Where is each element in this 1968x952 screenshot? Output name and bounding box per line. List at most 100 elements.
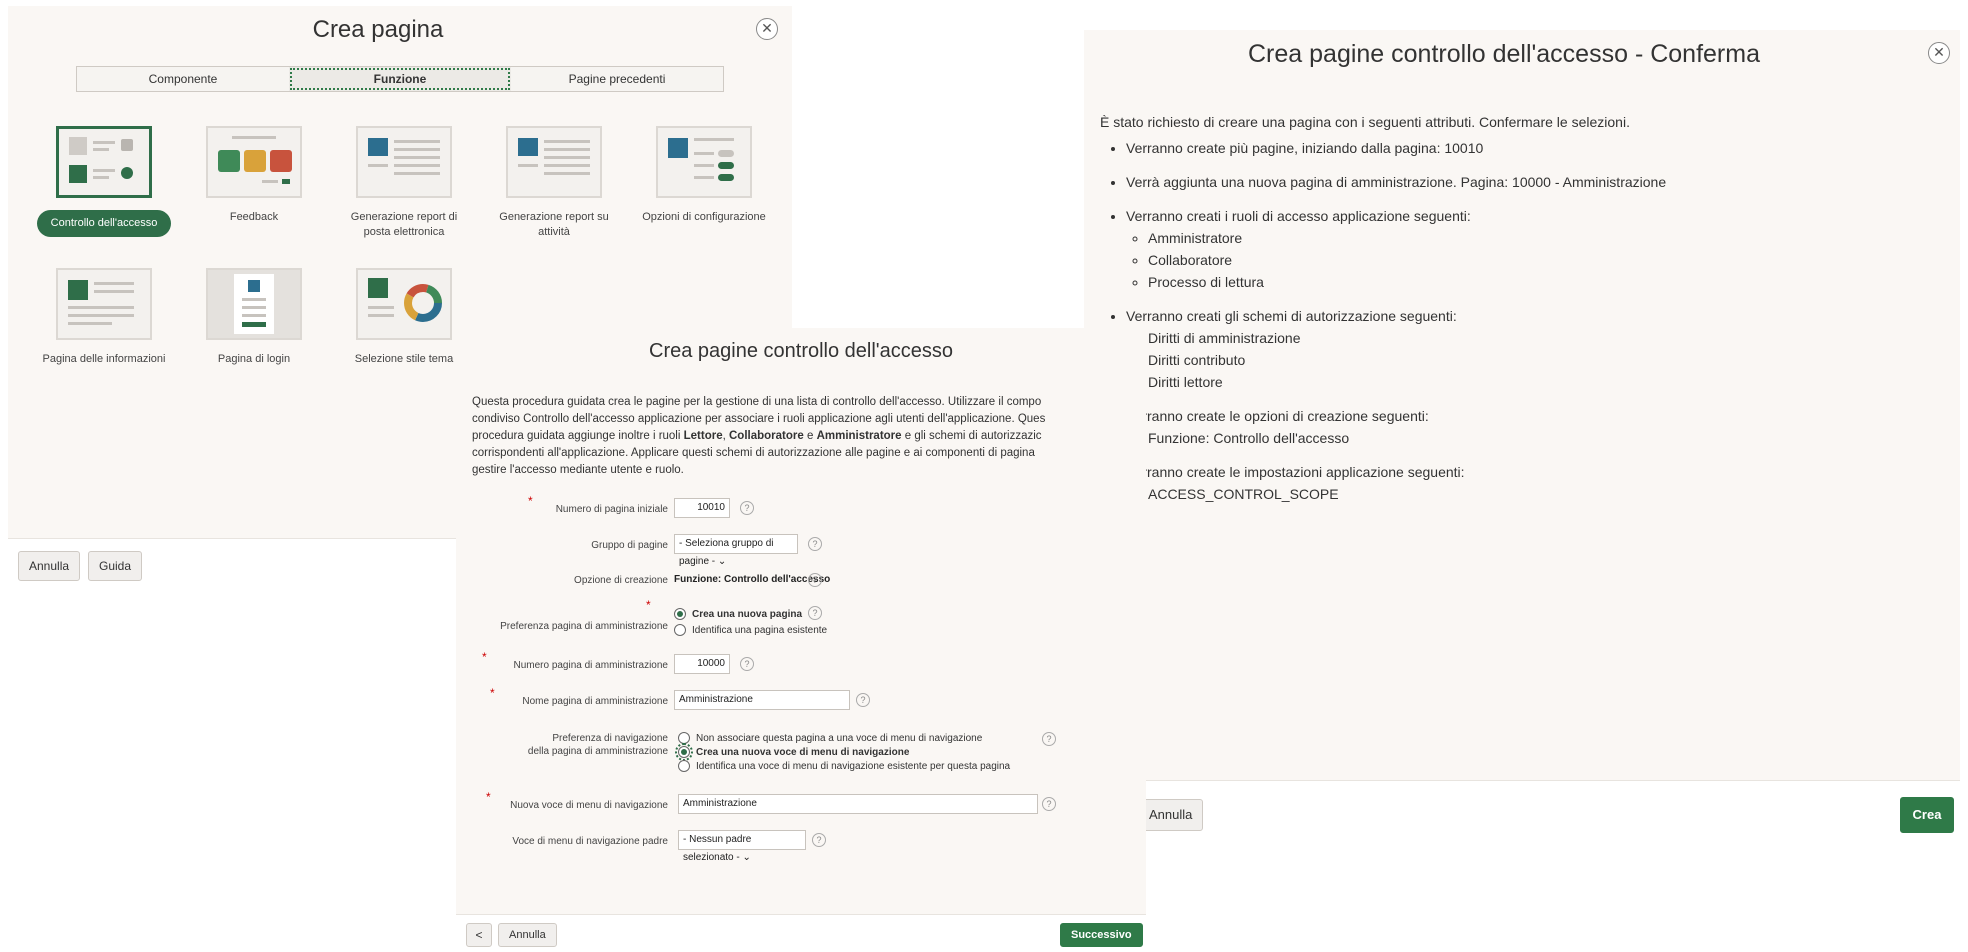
radio-label: Identifica una pagina esistente bbox=[692, 625, 828, 636]
admin-preference-label: Preferenza pagina di amministrazione bbox=[500, 621, 668, 632]
intro-line: gestire l'accesso mediante utente e ruol… bbox=[472, 464, 684, 476]
page-group-select[interactable]: - Seleziona gruppo di pagine - ⌄ bbox=[674, 534, 798, 567]
donut-chart-icon bbox=[404, 284, 442, 322]
parent-navigation-entry-label: Voce di menu di navigazione padre bbox=[512, 836, 668, 847]
tab-funzione[interactable]: Funzione bbox=[289, 67, 511, 91]
help-icon[interactable]: ? bbox=[812, 833, 826, 847]
tile-label: Generazione report di posta elettronica bbox=[350, 211, 458, 238]
activity-reporting-icon bbox=[506, 126, 602, 198]
confirm-dialog: Crea pagine controllo dell'accesso - Con… bbox=[1084, 30, 1960, 780]
close-icon[interactable]: ✕ bbox=[1928, 42, 1950, 64]
radio-existing-navigation-entry[interactable] bbox=[678, 760, 690, 772]
login-page-icon bbox=[206, 268, 302, 340]
tile-login-page[interactable]: Pagina di login bbox=[184, 268, 324, 367]
page-group-label: Gruppo di pagine bbox=[591, 540, 668, 551]
list-subitem: Amministratore bbox=[1148, 228, 1940, 248]
help-button[interactable]: Guida bbox=[88, 551, 143, 581]
back-button[interactable]: < bbox=[466, 923, 492, 947]
help-icon[interactable]: ? bbox=[856, 693, 870, 707]
theme-style-icon bbox=[356, 268, 452, 340]
help-icon[interactable]: ? bbox=[808, 606, 822, 620]
about-page-icon bbox=[56, 268, 152, 340]
field-navigation-preference: Preferenza di navigazione della pagina di… bbox=[456, 726, 1146, 778]
help-icon[interactable]: ? bbox=[740, 501, 754, 515]
radio-create-new-page[interactable] bbox=[674, 608, 686, 620]
configuration-options-icon bbox=[656, 126, 752, 198]
help-icon[interactable]: ? bbox=[808, 537, 822, 551]
intro-line: procedura guidata aggiunge inoltre i ruo… bbox=[472, 430, 1042, 442]
tile-theme-style[interactable]: Selezione stile tema bbox=[334, 268, 474, 367]
start-page-label: Numero di pagina iniziale bbox=[555, 504, 668, 515]
radio-label: Crea una nuova voce di menu di navigazio… bbox=[696, 747, 910, 758]
page-type-tabs: Componente Funzione Pagine precedenti bbox=[76, 66, 724, 92]
list-subitem: ACCESS_CONTROL_SCOPE bbox=[1148, 484, 1940, 504]
close-icon[interactable]: ✕ bbox=[756, 18, 778, 40]
next-button[interactable]: Successivo bbox=[1060, 923, 1143, 947]
chevron-down-icon: ⌄ bbox=[717, 556, 727, 567]
cancel-button[interactable]: Annulla bbox=[18, 551, 81, 581]
intro-line: condiviso Controllo dell'accesso applica… bbox=[472, 413, 1046, 425]
list-subitem: Diritti contributo bbox=[1148, 350, 1940, 370]
feedback-icon bbox=[206, 126, 302, 198]
list-item: Verrà aggiunta una nuova pagina di ammin… bbox=[1126, 172, 1940, 192]
field-parent-navigation-entry: Voce di menu di navigazione padre - Ness… bbox=[456, 830, 1146, 863]
tab-pagine-precedenti[interactable]: Pagine precedenti bbox=[511, 67, 723, 91]
tab-componente[interactable]: Componente bbox=[77, 67, 289, 91]
list-item: Verranno create le impostazioni applicaz… bbox=[1126, 462, 1940, 504]
dialog-title: Crea pagine controllo dell'accesso - Con… bbox=[1248, 40, 1760, 68]
admin-page-number-input[interactable]: 10000 bbox=[674, 654, 730, 674]
list-subitem: Collaboratore bbox=[1148, 250, 1940, 270]
tile-email-reporting[interactable]: Generazione report di posta elettronica bbox=[334, 126, 474, 240]
confirm-list: Verranno create più pagine, iniziando da… bbox=[1100, 138, 1940, 504]
parent-navigation-select[interactable]: - Nessun padre selezionato - ⌄ bbox=[678, 830, 806, 863]
radio-identify-existing-page[interactable] bbox=[674, 624, 686, 636]
confirm-intro: È stato richiesto di creare una pagina c… bbox=[1100, 114, 1630, 130]
dialog-title: Crea pagine controllo dell'accesso bbox=[649, 340, 953, 362]
list-subitem: Diritti di amministrazione bbox=[1148, 328, 1940, 348]
admin-page-number-label: Numero pagina di amministrazione bbox=[513, 660, 668, 671]
list-item: Verranno creati gli schemi di autorizzaz… bbox=[1126, 306, 1940, 392]
new-navigation-entry-input[interactable]: Amministrazione bbox=[678, 794, 1038, 814]
help-icon[interactable]: ? bbox=[1042, 797, 1056, 811]
field-create-option: Opzione di creazione Funzione: Controllo… bbox=[456, 570, 1146, 594]
email-reporting-icon bbox=[356, 126, 452, 198]
tile-label: Pagina delle informazioni bbox=[42, 353, 166, 365]
tile-feedback[interactable]: Feedback bbox=[184, 126, 324, 225]
radio-create-navigation-entry[interactable] bbox=[675, 743, 693, 761]
field-new-navigation-entry: * Nuova voce di menu di navigazione Ammi… bbox=[456, 790, 1146, 818]
wizard-intro: Questa procedura guidata crea le pagine … bbox=[472, 394, 1146, 479]
tile-activity-reporting[interactable]: Generazione report su attività bbox=[484, 126, 624, 240]
access-control-wizard: Crea pagine controllo dell'accesso Quest… bbox=[456, 328, 1146, 914]
new-navigation-entry-label: Nuova voce di menu di navigazione bbox=[510, 800, 668, 811]
field-admin-page-name: * Nome pagina di amministrazione Amminis… bbox=[456, 686, 1146, 714]
help-icon[interactable]: ? bbox=[808, 573, 822, 587]
radio-label: Identifica una voce di menu di navigazio… bbox=[696, 761, 1011, 772]
cancel-button[interactable]: Annulla bbox=[1138, 799, 1204, 831]
admin-page-name-input[interactable]: Amministrazione bbox=[674, 690, 850, 710]
tile-access-control[interactable]: Controllo dell'accesso bbox=[34, 126, 174, 237]
intro-line: Questa procedura guidata crea le pagine … bbox=[472, 396, 1042, 408]
field-admin-preference: * Preferenza pagina di amministrazione C… bbox=[500, 598, 828, 636]
intro-line: corrispondenti all'applicazione. Applica… bbox=[472, 447, 1035, 459]
help-icon[interactable]: ? bbox=[740, 657, 754, 671]
radio-no-navigation-entry[interactable] bbox=[678, 732, 690, 744]
create-button[interactable]: Crea bbox=[1900, 797, 1954, 833]
tile-about-page[interactable]: Pagina delle informazioni bbox=[34, 268, 174, 367]
admin-page-name-label: Nome pagina di amministrazione bbox=[522, 696, 668, 707]
field-start-page: * Numero di pagina iniziale 10010 ? bbox=[456, 494, 1146, 522]
start-page-input[interactable]: 10010 bbox=[674, 498, 730, 518]
tile-configuration-options[interactable]: Opzioni di configurazione bbox=[634, 126, 774, 225]
help-icon[interactable]: ? bbox=[1042, 732, 1056, 746]
tile-label: Controllo dell'accesso bbox=[37, 210, 171, 237]
confirm-footer: < Annulla Crea bbox=[1084, 780, 1960, 842]
tile-label: Opzioni di configurazione bbox=[642, 211, 766, 223]
navigation-preference-label: Preferenza di navigazione della pagina di… bbox=[527, 733, 668, 757]
cancel-button[interactable]: Annulla bbox=[498, 923, 557, 947]
field-page-group: Gruppo di pagine - Seleziona gruppo di p… bbox=[456, 534, 1146, 567]
access-control-wizard-footer: < Annulla Successivo bbox=[456, 914, 1146, 952]
list-subitem: Processo di lettura bbox=[1148, 272, 1940, 292]
list-item: Verranno create le opzioni di creazione … bbox=[1126, 406, 1940, 448]
tile-label: Feedback bbox=[229, 211, 279, 223]
list-item: Verranno creati i ruoli di accesso appli… bbox=[1126, 206, 1940, 292]
radio-label: Non associare questa pagina a una voce d… bbox=[696, 733, 983, 744]
